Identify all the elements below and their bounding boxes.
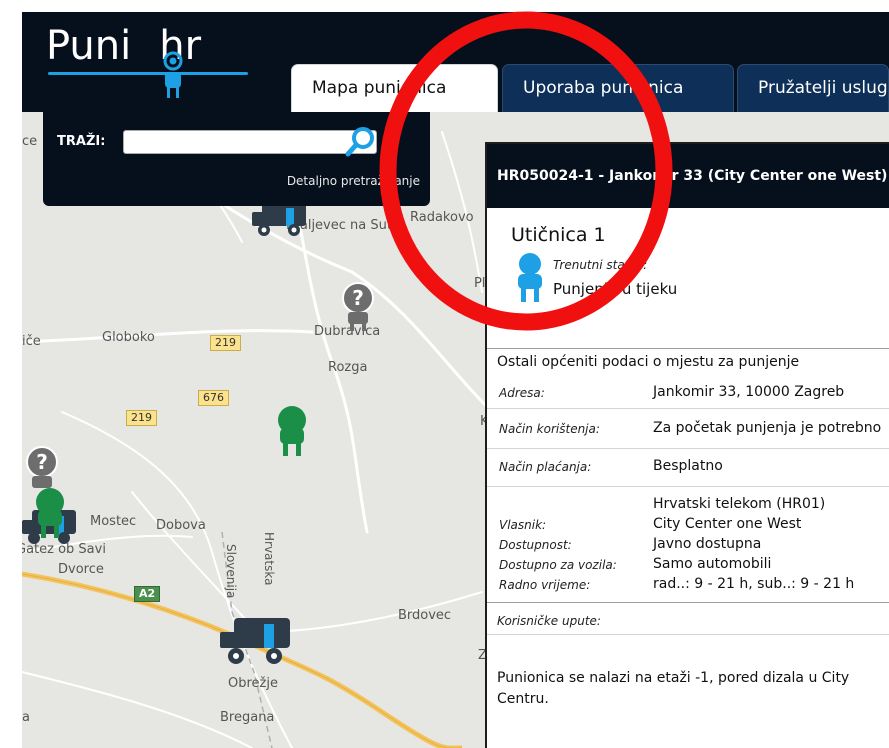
map-label: ce (22, 134, 38, 149)
map-label: Obrežje (228, 676, 278, 691)
map-label: Mostec (90, 514, 137, 529)
road-number: 219 (126, 410, 157, 426)
field-label-hours: Radno vrijeme: (499, 578, 591, 592)
field-value-owner: City Center one West (653, 516, 802, 532)
svg-text:?: ? (36, 450, 48, 474)
map-label: a (22, 710, 30, 725)
search-icon[interactable] (341, 124, 381, 160)
info-section-title: Ostali općeniti podaci o mjestu za punje… (497, 354, 800, 370)
map-label: Bregana (220, 710, 275, 725)
field-value-usage: Za početak punjenja je potrebno (653, 420, 882, 436)
road-number: 676 (198, 390, 229, 406)
map-label: Slovenija (224, 544, 238, 599)
field-label-usage: Način korištenja: (499, 422, 600, 436)
map-label: Globoko (102, 330, 155, 345)
app-header: Puni hr Mapa punionica Uporaba punionica… (0, 0, 889, 112)
user-instructions-label: Korisničke upute: (497, 614, 601, 628)
field-label-availability: Dostupnost: (499, 538, 572, 552)
search-panel: TRAŽI: Detaljno pretraživanje (43, 112, 430, 206)
field-value-hours: rad..: 9 - 21 h, sub..: 9 - 21 h (653, 576, 855, 592)
divider (487, 348, 889, 349)
status-label: Trenutni status: (553, 258, 648, 272)
field-value-address: Jankomir 33, 10000 Zagreb (653, 384, 845, 400)
socket-name: Utičnica 1 (511, 224, 606, 246)
user-instructions-text: Punionica se nalazi na etaži -1, pored d… (497, 670, 850, 707)
map-label: iče (22, 334, 41, 349)
map-label: Dvorce (58, 562, 104, 577)
field-label-address: Adresa: (499, 386, 545, 400)
tab-pruzatelji-usluga[interactable]: Pružatelji usluga (737, 64, 889, 112)
logo-text-a: Puni (46, 23, 132, 69)
road-number: 219 (210, 335, 241, 351)
map-label: Hrvatska (262, 532, 276, 586)
search-label: TRAŽI: (57, 134, 106, 149)
station-info-panel: HR050024-1 - Jankomir 33 (City Center on… (485, 142, 889, 748)
camper-station-icon[interactable] (216, 614, 292, 668)
logo-underline (48, 72, 248, 75)
field-label-owner: Vlasnik: (499, 518, 547, 532)
field-label-vehicles: Dostupno za vozila: (499, 558, 617, 572)
map-label: Brdovec (398, 608, 452, 623)
map-label: Pl (474, 276, 486, 291)
tab-mapa-punionica[interactable]: Mapa punionica (291, 64, 498, 112)
field-value-availability: Javno dostupna (653, 536, 762, 552)
search-input[interactable] (123, 130, 377, 154)
map-label: Radakovo (410, 210, 474, 225)
charging-status-icon (518, 253, 542, 302)
advanced-search-link[interactable]: Detaljno pretraživanje (287, 174, 420, 188)
tab-uporaba-punionica[interactable]: Uporaba punionica (502, 64, 734, 112)
charger-unknown-status-icon[interactable]: ? (340, 282, 376, 332)
charger-available-icon[interactable] (32, 486, 68, 540)
svg-text:?: ? (352, 286, 364, 310)
plug-icon (163, 51, 183, 98)
panel-title: HR050024-1 - Jankomir 33 (City Center on… (487, 144, 889, 208)
motorway-number: A2 (134, 586, 161, 602)
field-value-payment: Besplatno (653, 458, 723, 474)
map-label: Dobova (156, 518, 206, 533)
charger-available-icon[interactable] (274, 404, 310, 458)
map-label: Rozga (328, 360, 368, 375)
field-label-payment: Način plaćanja: (499, 460, 592, 474)
field-value-operator: Hrvatski telekom (HR01) (653, 496, 826, 512)
field-value-vehicles: Samo automobili (653, 556, 772, 572)
status-value: Punjenje u tijeku (553, 280, 678, 298)
